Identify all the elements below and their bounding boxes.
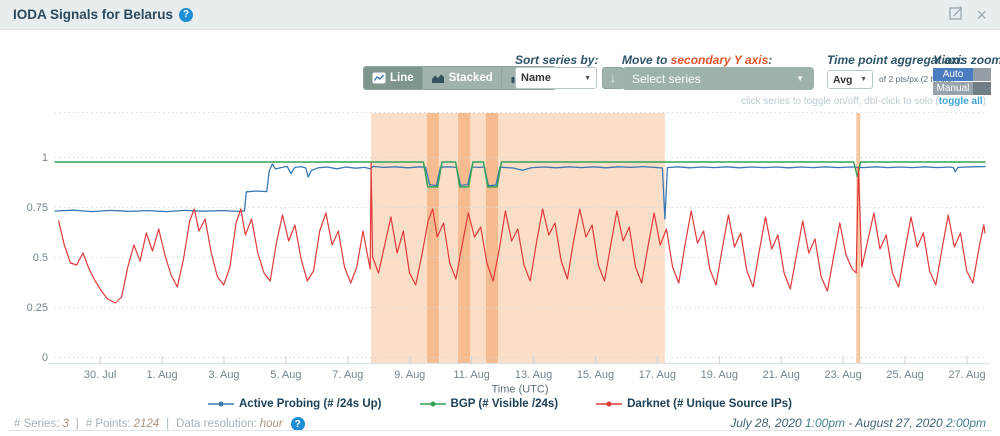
legend-label: Darknet (# Unique Source IPs): [627, 398, 792, 410]
chart-stats: # Series: 3 | # Points: 2124 | Data reso…: [14, 417, 305, 431]
x-axis-tick-label: 19. Aug: [701, 369, 738, 381]
secondary-axis-select[interactable]: Select series ▼: [622, 67, 814, 90]
stacked-view-button[interactable]: Stacked: [423, 67, 502, 89]
line-chart-icon: [372, 72, 386, 84]
series-count: 3: [62, 418, 68, 430]
line-view-button[interactable]: Line: [364, 67, 423, 89]
help-icon[interactable]: ?: [291, 417, 305, 431]
x-axis-tick-label: 3. Aug: [208, 369, 239, 381]
x-axis-tick-label: 5. Aug: [270, 369, 301, 381]
page-title: IODA Signals for Belarus: [13, 7, 173, 22]
chevron-down-icon: ▼: [584, 75, 591, 82]
y-axis-tick-label: 1: [42, 152, 48, 164]
x-axis-tick-label: 13. Aug: [515, 369, 552, 381]
x-axis-title: Time (UTC): [491, 384, 548, 396]
y-axis-tick-label: 0.25: [27, 302, 48, 314]
legend-item[interactable]: Active Probing (# /24s Up): [208, 398, 382, 410]
x-axis-tick-label: 11. Aug: [453, 369, 490, 381]
outage-highlight-region: [427, 113, 439, 363]
sort-label: Sort series by:: [515, 53, 598, 67]
outage-highlight-region: [486, 113, 498, 363]
sort-select[interactable]: Name ▼: [515, 67, 597, 89]
data-resolution: hour: [260, 418, 283, 430]
points-count: 2124: [134, 418, 160, 430]
x-axis-tick-label: 25. Aug: [886, 369, 923, 381]
x-axis-tick-label: 23. Aug: [824, 369, 861, 381]
y-axis-tick-label: 0.5: [33, 252, 48, 264]
aggregation-select[interactable]: Avg ▼: [827, 70, 873, 89]
legend-item[interactable]: Darknet (# Unique Source IPs): [596, 398, 792, 410]
y-zoom-manual-button[interactable]: Manual: [933, 82, 991, 95]
help-icon[interactable]: ?: [179, 8, 193, 22]
y-zoom-label: Y axis zoom:: [933, 53, 1000, 67]
legend-marker: [208, 399, 234, 409]
close-icon[interactable]: ×: [976, 6, 987, 24]
legend-marker: [420, 399, 446, 409]
chevron-down-icon: ▼: [796, 74, 804, 83]
legend-item[interactable]: BGP (# Visible /24s): [420, 398, 559, 410]
series-toggle-hint: click series to toggle on/off, dbl-click…: [741, 96, 986, 107]
chart-legend: Active Probing (# /24s Up) BGP (# Visible…: [0, 398, 1000, 410]
legend-marker: [596, 399, 622, 409]
toggle-all-link[interactable]: toggle all: [939, 96, 983, 107]
x-axis-tick-label: 30. Jul: [84, 369, 116, 381]
widget-header: IODA Signals for Belarus ? ×: [0, 0, 1000, 30]
edit-icon[interactable]: [949, 5, 964, 25]
x-axis-tick-label: 21. Aug: [763, 369, 800, 381]
x-axis-tick-label: 1. Aug: [146, 369, 177, 381]
footer-divider: [8, 430, 992, 431]
y-axis-tick-label: 0: [42, 352, 48, 364]
x-axis-tick-label: 9. Aug: [394, 369, 425, 381]
x-axis-tick-label: 7. Aug: [332, 369, 363, 381]
x-axis-tick-label: 17. Aug: [639, 369, 676, 381]
secondary-axis-label: Move to secondary Y axis:: [622, 53, 772, 67]
chevron-down-icon: ▼: [860, 76, 867, 83]
y-zoom-auto-button[interactable]: Auto: [933, 68, 991, 81]
outage-highlight-region: [458, 113, 470, 363]
outage-highlight-region: [371, 113, 665, 363]
y-axis: 0 0.25 0.5 0.75 1: [27, 152, 48, 364]
y-axis-tick-label: 0.75: [27, 202, 48, 214]
area-chart-icon: [431, 72, 445, 84]
x-axis-tick-label: 15. Aug: [577, 369, 614, 381]
y-zoom-toggle: Auto Manual: [933, 68, 991, 96]
legend-label: BGP (# Visible /24s): [451, 398, 559, 410]
date-range: July 28, 2020 1:00pm - August 27, 2020 2…: [730, 416, 986, 430]
legend-label: Active Probing (# /24s Up): [239, 398, 382, 410]
sort-descending-button[interactable]: ↓: [602, 67, 624, 89]
highlight-regions: [371, 113, 860, 363]
x-axis-tick-label: 27. Aug: [948, 369, 985, 381]
